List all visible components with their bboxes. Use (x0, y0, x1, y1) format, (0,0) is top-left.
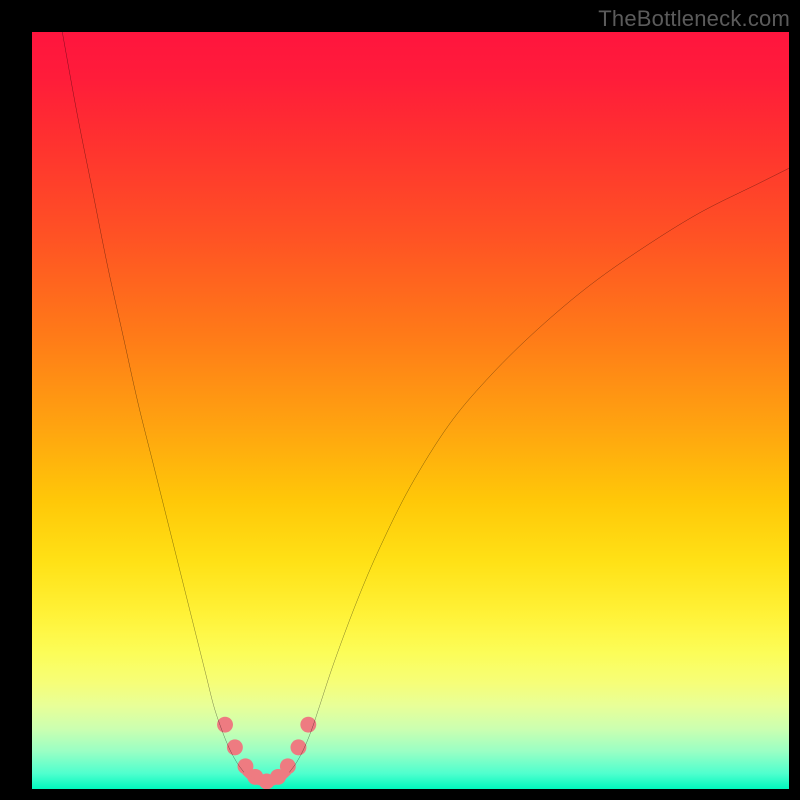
bottleneck-curve (32, 32, 789, 789)
plot-area (32, 32, 789, 789)
watermark-label: TheBottleneck.com (598, 6, 790, 32)
curve-left-branch (62, 32, 244, 772)
valley-marker (291, 739, 307, 755)
valley-marker (227, 739, 243, 755)
chart-frame: TheBottleneck.com (0, 0, 800, 800)
curve-right-branch (289, 168, 789, 772)
valley-marker (300, 717, 316, 733)
valley-marker (217, 717, 233, 733)
